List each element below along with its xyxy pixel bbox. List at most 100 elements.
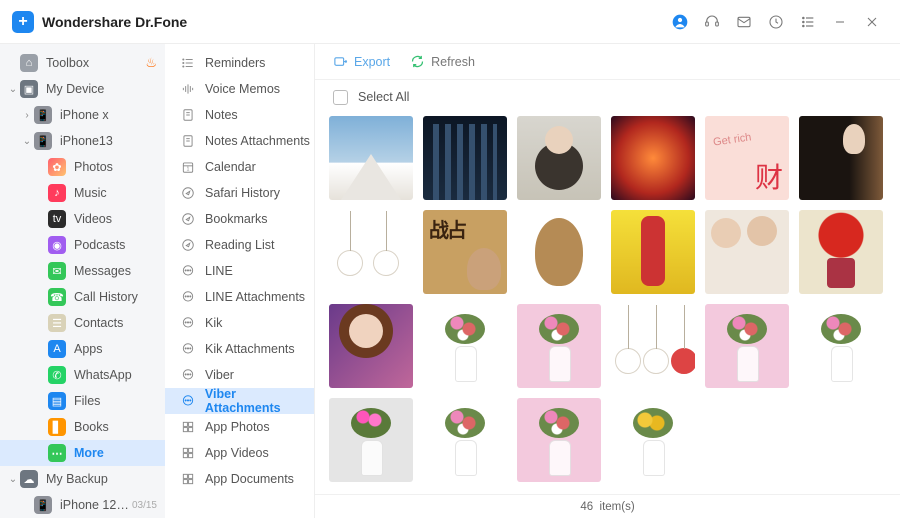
category-app-photos[interactable]: App Photos: [165, 414, 314, 440]
sidebar-item-files[interactable]: ▤ Files: [0, 388, 165, 414]
support-icon[interactable]: [696, 6, 728, 38]
category-kik[interactable]: Kik: [165, 310, 314, 336]
sidebar-item-label: Contacts: [74, 316, 157, 330]
sidebar-item-icon: ☎: [48, 288, 66, 306]
category-column: RemindersVoice MemosNotesNotes Attachmen…: [165, 44, 315, 518]
sidebar-item-iphone13[interactable]: ⌄📱iPhone13: [0, 128, 165, 154]
sidebar-item-my-backup[interactable]: ⌄☁My Backup: [0, 466, 165, 492]
thumbnail[interactable]: [423, 398, 507, 482]
category-reminders[interactable]: Reminders: [165, 50, 314, 76]
sidebar-item-photos[interactable]: ✿Photos: [0, 154, 165, 180]
sidebar-item-label: Photos: [74, 160, 157, 174]
sidebar-item-apps[interactable]: A Apps: [0, 336, 165, 362]
sidebar-item-icon: ✉: [48, 262, 66, 280]
category-reading-list[interactable]: Reading List: [165, 232, 314, 258]
thumbnail[interactable]: [611, 398, 695, 482]
status-bar: 46 item(s): [315, 494, 900, 518]
thumbnail[interactable]: [611, 304, 695, 388]
sidebar-item-label: More: [74, 446, 157, 460]
sidebar-item-books[interactable]: ▋Books: [0, 414, 165, 440]
thumbnail[interactable]: [611, 210, 695, 294]
close-button[interactable]: [856, 6, 888, 38]
category-label: Reading List: [205, 238, 275, 252]
thumbnail[interactable]: [517, 304, 601, 388]
thumbnail[interactable]: [423, 304, 507, 388]
refresh-button[interactable]: Refresh: [410, 54, 475, 69]
grid-icon: [179, 446, 197, 460]
category-notes-attachments[interactable]: Notes Attachments: [165, 128, 314, 154]
category-viber[interactable]: Viber: [165, 362, 314, 388]
sidebar-item-my-device[interactable]: ⌄▣My Device: [0, 76, 165, 102]
account-icon[interactable]: [664, 6, 696, 38]
thumbnail[interactable]: [799, 210, 883, 294]
category-viber-attachments[interactable]: Viber Attachments: [165, 388, 314, 414]
category-bookmarks[interactable]: Bookmarks: [165, 206, 314, 232]
thumbnail[interactable]: [705, 210, 789, 294]
sidebar-item-music[interactable]: ♪Music: [0, 180, 165, 206]
minimize-button[interactable]: [824, 6, 856, 38]
sidebar-item-label: Apps: [74, 342, 157, 356]
thumbnail[interactable]: [329, 210, 413, 294]
sidebar-item-icon: ◉: [48, 236, 66, 254]
list-icon: [179, 56, 197, 70]
category-label: Safari History: [205, 186, 280, 200]
chat-icon: [179, 264, 197, 278]
thumbnail[interactable]: [329, 116, 413, 200]
category-app-videos[interactable]: App Videos: [165, 440, 314, 466]
menu-list-icon[interactable]: [792, 6, 824, 38]
thumbnail[interactable]: [517, 398, 601, 482]
compass-icon: [179, 186, 197, 200]
category-label: LINE: [205, 264, 233, 278]
export-button[interactable]: Export: [333, 54, 390, 69]
category-label: App Documents: [205, 472, 294, 486]
toolbar: Export Refresh: [315, 44, 900, 80]
sidebar-item-contacts[interactable]: ☰Contacts: [0, 310, 165, 336]
sidebar-item-label: WhatsApp: [74, 368, 157, 382]
cal-icon: 1: [179, 160, 197, 174]
sidebar-item-more[interactable]: ⋯More: [0, 440, 165, 466]
history-icon[interactable]: [760, 6, 792, 38]
sidebar-item-icon: ♪: [48, 184, 66, 202]
thumbnail[interactable]: [329, 304, 413, 388]
category-app-documents[interactable]: App Documents: [165, 466, 314, 492]
sidebar-item-whatsapp[interactable]: ✆ WhatsApp: [0, 362, 165, 388]
thumbnail[interactable]: [517, 116, 601, 200]
titlebar: + Wondershare Dr.Fone: [0, 0, 900, 44]
thumbnail[interactable]: [517, 210, 601, 294]
select-all-row[interactable]: Select All: [315, 80, 900, 114]
thumbnail[interactable]: [705, 304, 789, 388]
thumbnail[interactable]: [329, 398, 413, 482]
fire-icon: ♨: [145, 55, 157, 71]
sidebar-item-badge: 03/15: [132, 500, 157, 511]
sidebar-item-messages[interactable]: ✉Messages: [0, 258, 165, 284]
select-all-checkbox[interactable]: [333, 90, 348, 105]
thumbnail[interactable]: [799, 116, 883, 200]
sidebar-item-podcasts[interactable]: ◉Podcasts: [0, 232, 165, 258]
mail-icon[interactable]: [728, 6, 760, 38]
sidebar-item-iphone-x[interactable]: ›📱iPhone x: [0, 102, 165, 128]
sidebar-item-call-history[interactable]: ☎Call History: [0, 284, 165, 310]
sidebar-item-videos[interactable]: tvVideos: [0, 206, 165, 232]
category-safari-history[interactable]: Safari History: [165, 180, 314, 206]
sidebar-item-icon: ✆: [48, 366, 66, 384]
thumbnail[interactable]: [423, 210, 507, 294]
category-kik-attachments[interactable]: Kik Attachments: [165, 336, 314, 362]
thumbnail[interactable]: [423, 116, 507, 200]
thumbnail[interactable]: [799, 304, 883, 388]
grid-icon: [179, 420, 197, 434]
category-notes[interactable]: Notes: [165, 102, 314, 128]
category-line[interactable]: LINE: [165, 258, 314, 284]
sidebar-item-iphone-12-mini[interactable]: 📱iPhone 12 mini03/15: [0, 492, 165, 518]
grid-icon: [179, 472, 197, 486]
thumbnail[interactable]: [705, 116, 789, 200]
sidebar-item-icon: A: [48, 340, 66, 358]
app-logo-icon: +: [12, 11, 34, 33]
category-voice-memos[interactable]: Voice Memos: [165, 76, 314, 102]
sidebar-toolbox[interactable]: ⌂ Toolbox ♨: [0, 50, 165, 76]
thumbnail[interactable]: [611, 116, 695, 200]
category-line-attachments[interactable]: LINE Attachments: [165, 284, 314, 310]
category-label: Bookmarks: [205, 212, 268, 226]
sidebar-item-icon: ▤: [48, 392, 66, 410]
category-calendar[interactable]: 1Calendar: [165, 154, 314, 180]
sidebar-item-label: Files: [74, 394, 157, 408]
